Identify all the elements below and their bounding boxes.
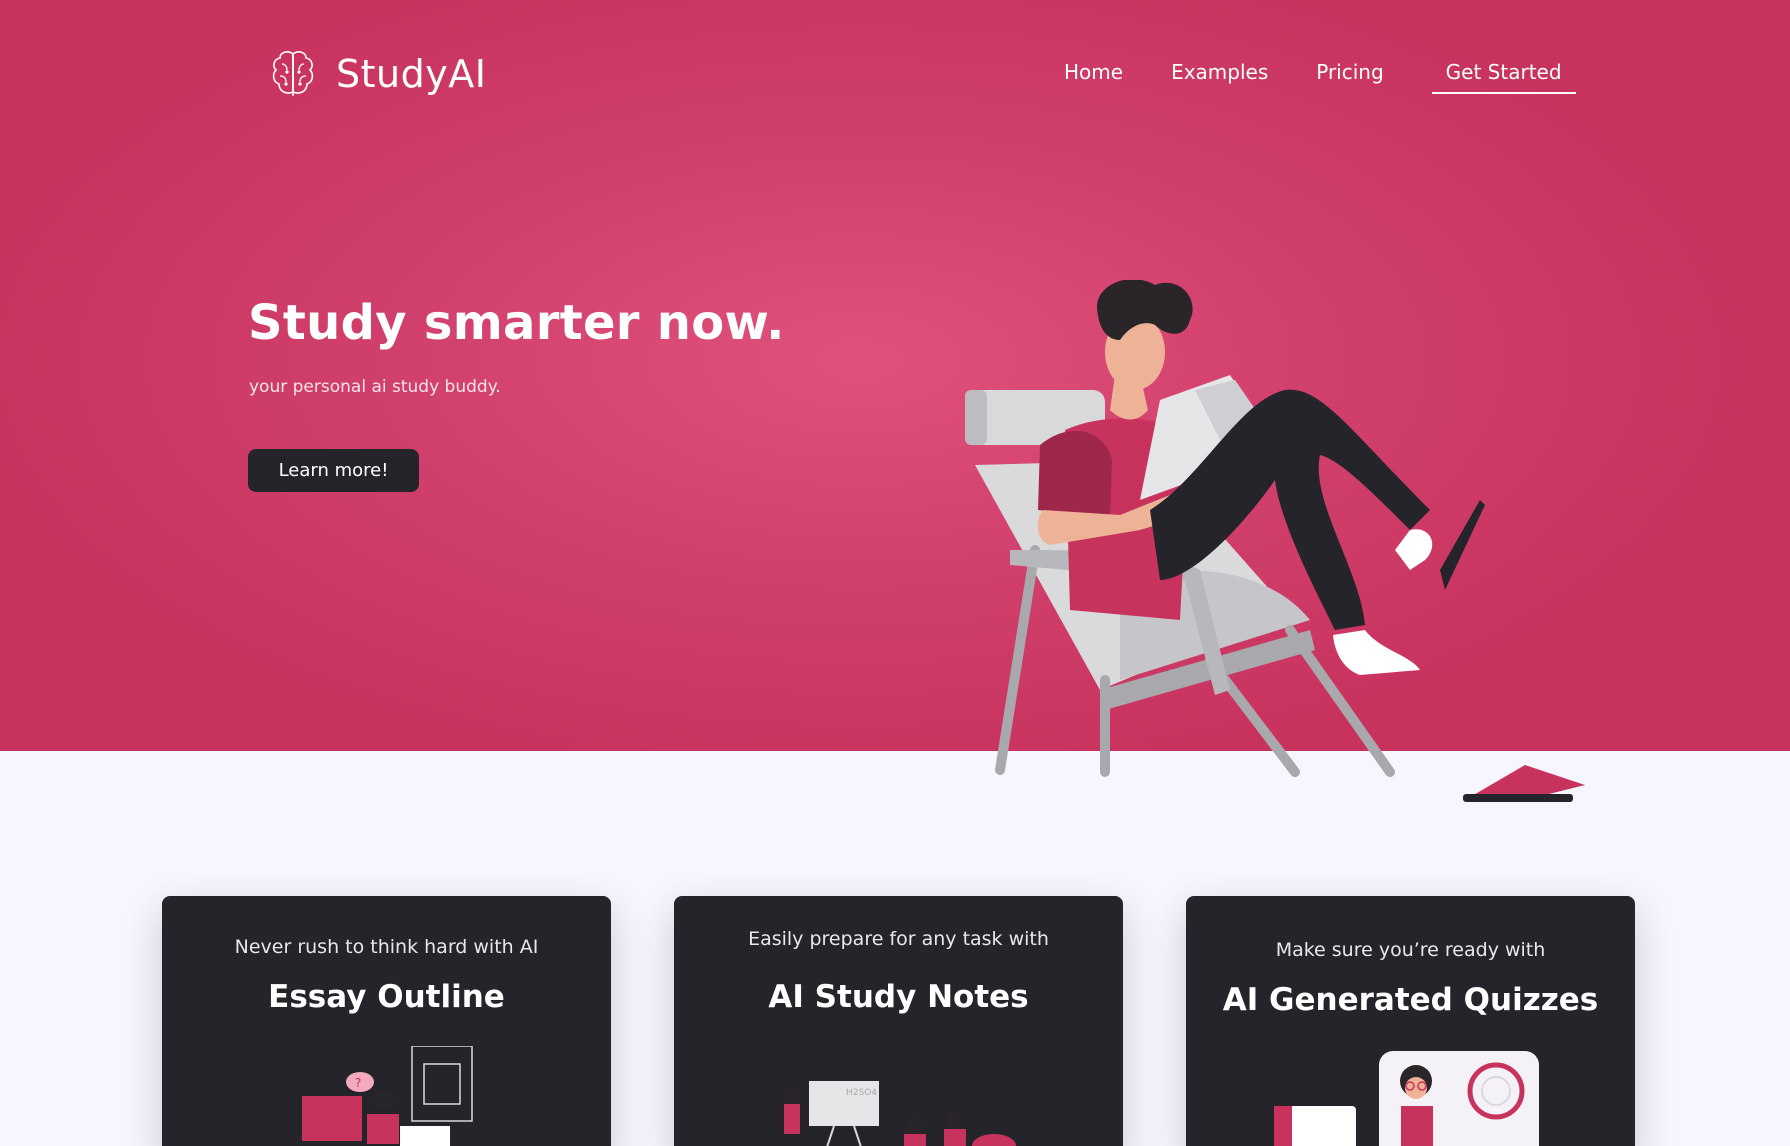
hero-illustration bbox=[965, 280, 1585, 802]
whiteboard-text: H2SO4 bbox=[846, 1088, 877, 1098]
hero-title: Study smarter now. bbox=[248, 295, 785, 351]
essay-outline-illustration: ? bbox=[302, 1046, 473, 1146]
card-subtitle: Make sure you’re ready with bbox=[1275, 939, 1546, 961]
quizzes-illustration bbox=[1274, 1051, 1539, 1146]
brand-logo[interactable]: StudyAI bbox=[270, 48, 486, 100]
learn-more-button[interactable]: Learn more! bbox=[248, 449, 419, 492]
brand-name: StudyAI bbox=[336, 52, 487, 96]
study-notes-illustration: H2SO4 bbox=[784, 1081, 1016, 1146]
card-title: AI Study Notes bbox=[768, 979, 1029, 1015]
card-subtitle: Never rush to think hard with AI bbox=[234, 936, 539, 958]
nav-examples[interactable]: Examples bbox=[1171, 60, 1268, 94]
svg-text:?: ? bbox=[355, 1076, 361, 1090]
main-nav: Home Examples Pricing Get Started bbox=[1040, 60, 1576, 94]
card-essay-outline[interactable]: Never rush to think hard with AI Essay O… bbox=[162, 896, 611, 1146]
card-ai-study-notes[interactable]: Easily prepare for any task with AI Stud… bbox=[674, 896, 1123, 1146]
nav-get-started[interactable]: Get Started bbox=[1431, 60, 1576, 94]
card-title: Essay Outline bbox=[268, 979, 505, 1015]
card-ai-generated-quizzes[interactable]: Make sure you’re ready with AI Generated… bbox=[1186, 896, 1635, 1146]
brain-icon bbox=[272, 51, 314, 96]
card-title: AI Generated Quizzes bbox=[1222, 982, 1599, 1018]
card-subtitle: Easily prepare for any task with bbox=[748, 928, 1049, 950]
hero-subtitle: your personal ai study buddy. bbox=[249, 377, 501, 397]
nav-home[interactable]: Home bbox=[1064, 60, 1123, 94]
nav-pricing[interactable]: Pricing bbox=[1316, 60, 1383, 94]
